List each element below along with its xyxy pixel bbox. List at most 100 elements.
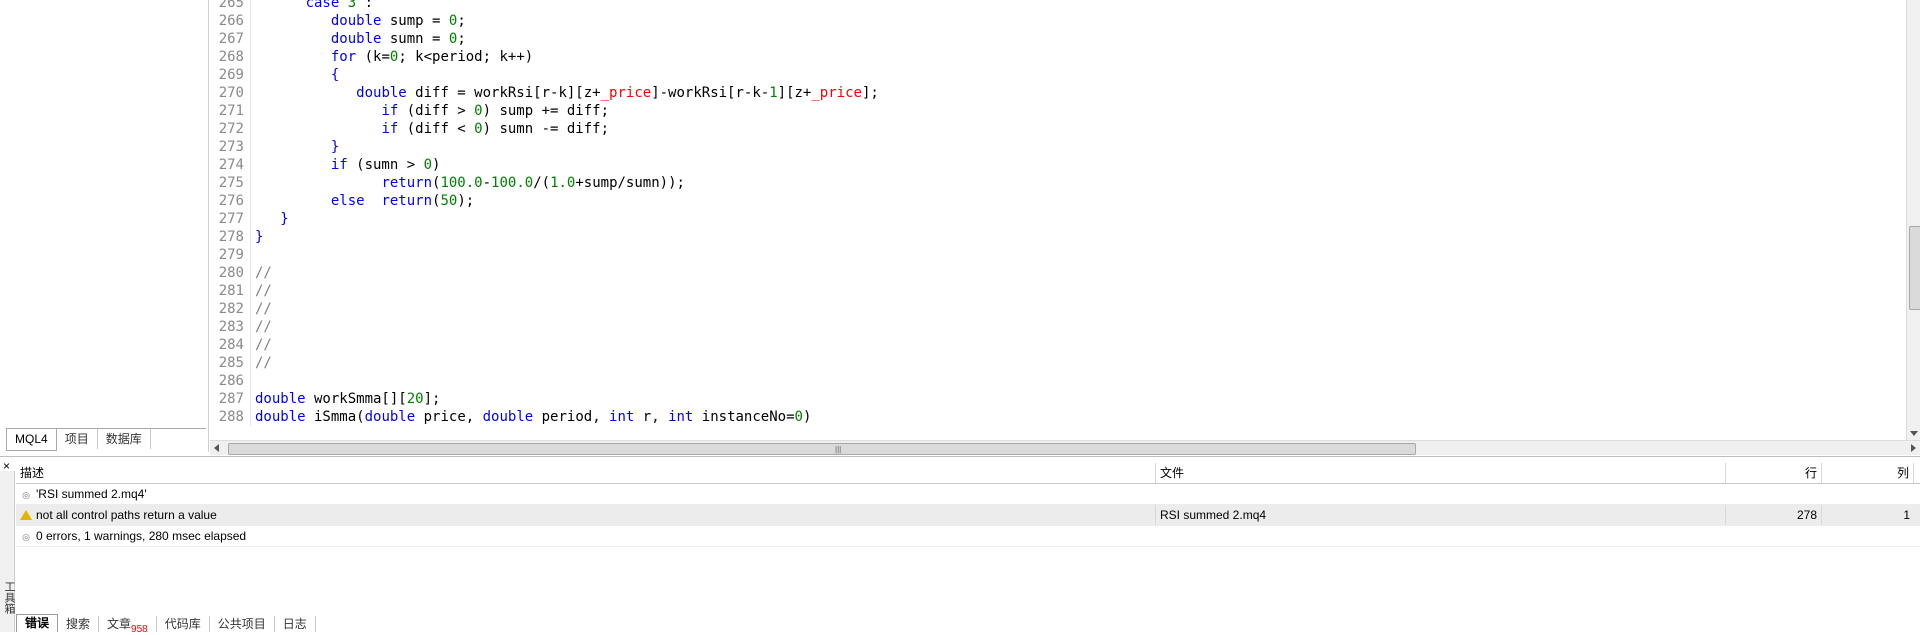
code-token: 0 (794, 409, 803, 425)
line-number: 271 (210, 102, 251, 120)
horizontal-scrollbar-thumb[interactable]: ||| (228, 443, 1416, 455)
scroll-down-arrow-icon[interactable] (1910, 431, 1918, 436)
code-token: 3 (347, 0, 357, 11)
column-header-description[interactable]: 描述 (16, 463, 1156, 483)
code-token: double (364, 409, 416, 425)
code-token: // (255, 355, 272, 371)
code-line[interactable]: 280// (210, 264, 879, 282)
row-column (1822, 526, 1914, 546)
code-line[interactable]: 283// (210, 318, 879, 336)
column-header-column[interactable]: 列 (1822, 463, 1914, 483)
code-line[interactable]: 285// (210, 354, 879, 372)
code-token: // (255, 319, 272, 335)
code-line[interactable]: 267 double sumn = 0; (210, 30, 879, 48)
row-file: RSI summed 2.mq4 (1156, 505, 1726, 525)
code-line[interactable]: 271 if (diff > 0) sump += diff; (210, 102, 879, 120)
code-token: } (280, 211, 289, 227)
column-header-line[interactable]: 行 (1726, 463, 1822, 483)
scroll-left-arrow-icon[interactable] (214, 444, 219, 452)
tab-database[interactable]: 数据库 (98, 429, 151, 449)
grid-header: 描述 文件 行 列 (16, 463, 1920, 484)
code-line[interactable]: 281// (210, 282, 879, 300)
line-number: 274 (210, 156, 251, 174)
tab-journal[interactable]: 日志 (275, 616, 316, 632)
tab-projects[interactable]: 项目 (57, 429, 98, 449)
code-token: case (305, 0, 340, 11)
articles-count-badge: 958 (131, 624, 148, 635)
code-line[interactable]: 288 double iSmma(double price, double per… (210, 408, 879, 426)
code-line[interactable]: 273 } (210, 138, 879, 156)
code-line[interactable]: 275 return(100.0-100.0/(1.0+sump/sumn)); (210, 174, 879, 192)
scroll-right-arrow-icon[interactable] (1911, 444, 1916, 452)
code-token: ; (457, 13, 466, 29)
code-line[interactable]: 287 double workSmma[][20]; (210, 390, 879, 408)
code-line[interactable]: 272 if (diff < 0) sumn -= diff; (210, 120, 879, 138)
code-lines: 265 case 3 :266 double sump = 0; 267 doub… (210, 0, 879, 426)
code-token: diff = workRsi[r-k][z+ (406, 85, 601, 101)
code-line[interactable]: 266 double sump = 0; (210, 12, 879, 30)
tab-code-base[interactable]: 代码库 (157, 616, 210, 632)
tab-articles[interactable]: 文章958 (99, 616, 157, 635)
code-line[interactable]: 276 else return(50); (210, 192, 879, 210)
grid-row[interactable]: ◎ 'RSI summed 2.mq4' (16, 484, 1920, 505)
row-column: 1 (1903, 508, 1910, 522)
code-line[interactable]: 278} (210, 228, 879, 246)
code-token: : (356, 0, 374, 11)
code-token: double (255, 409, 306, 425)
code-token: 0 (474, 103, 483, 119)
code-token: ) (432, 157, 441, 173)
horizontal-scrollbar[interactable]: ||| (210, 440, 1920, 455)
vertical-scrollbar[interactable] (1906, 0, 1920, 440)
line-number: 278 (210, 228, 251, 246)
line-number: 281 (210, 282, 251, 300)
code-token: double (330, 13, 382, 29)
code-token: if (381, 121, 399, 137)
row-description: ◎ 0 errors, 1 warnings, 280 msec elapsed (16, 526, 1156, 546)
tab-errors[interactable]: 错误 (16, 614, 59, 632)
code-token: (sumn > (347, 157, 424, 173)
code-line[interactable]: 268 for (k=0; k<period; k++) (210, 48, 879, 66)
toolbox-panel: × 工具箱 描述 文件 行 列 ◎ 'RSI summed 2.mq4' not … (0, 456, 1920, 635)
code-line[interactable]: 270 double diff = workRsi[r-k][z+_price]… (210, 84, 879, 102)
row-description-text: 0 errors, 1 warnings, 280 msec elapsed (36, 529, 247, 543)
code-token: if (330, 157, 348, 173)
code-line[interactable]: 286 (210, 372, 879, 390)
code-line[interactable]: 277 } (210, 210, 879, 228)
code-line[interactable]: 284// (210, 336, 879, 354)
vertical-scrollbar-thumb[interactable] (1909, 226, 1920, 310)
code-token: ; (457, 31, 466, 47)
code-editor[interactable]: 265 case 3 :266 double sump = 0; 267 doub… (210, 0, 1906, 440)
code-line[interactable]: 282// (210, 300, 879, 318)
line-number: 288 (210, 408, 251, 426)
navigator-tabs: MQL4 项目 数据库 (6, 428, 206, 451)
code-line[interactable]: 269 { (210, 66, 879, 84)
tab-public-projects[interactable]: 公共项目 (210, 616, 275, 632)
tab-search[interactable]: 搜索 (58, 616, 100, 632)
code-token: period, (533, 409, 610, 425)
code-line[interactable]: 279 (210, 246, 879, 264)
row-file (1156, 526, 1726, 546)
code-token: workSmma[][ (305, 391, 407, 407)
line-number: 265 (210, 0, 251, 12)
code-token: double (255, 391, 306, 407)
tab-label: 日志 (282, 617, 307, 631)
line-number: 285 (210, 354, 251, 372)
grid-row-selected[interactable]: not all control paths return a value RSI… (16, 505, 1920, 526)
row-file (1156, 484, 1726, 504)
code-token: 50 (440, 193, 458, 209)
column-header-file[interactable]: 文件 (1156, 463, 1726, 483)
grid-row[interactable]: ◎ 0 errors, 1 warnings, 280 msec elapsed (16, 526, 1920, 547)
code-line[interactable]: 274 if (sumn > 0) (210, 156, 879, 174)
toolbox-side-label: 工具箱 (3, 581, 15, 614)
code-token: 100.0 (440, 175, 483, 191)
tab-mql4[interactable]: MQL4 (6, 429, 57, 451)
code-line[interactable]: 265 case 3 : (210, 0, 879, 12)
